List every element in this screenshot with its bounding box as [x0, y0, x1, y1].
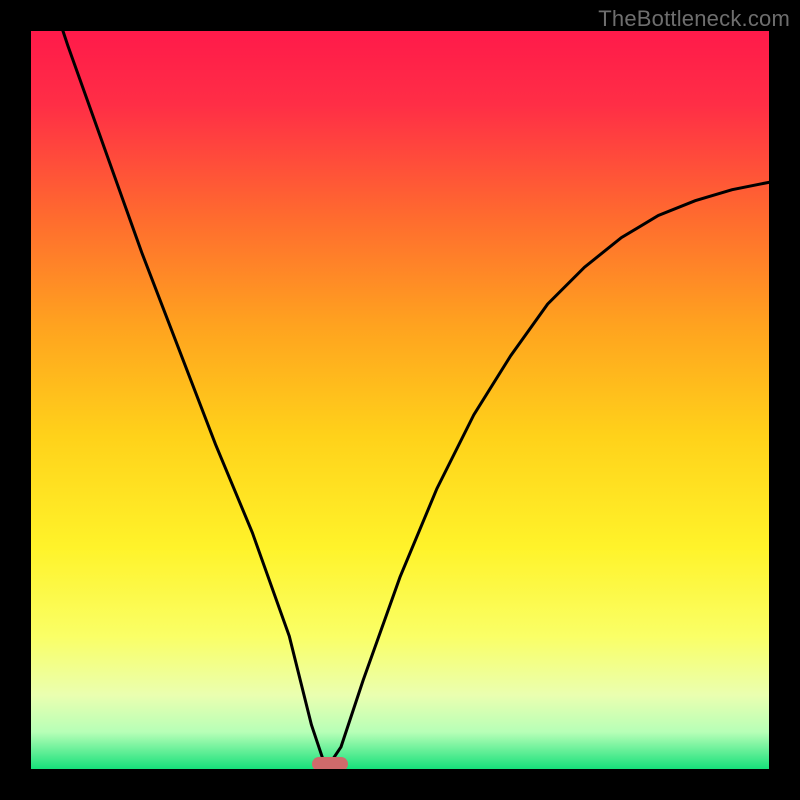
- bottleneck-marker: [312, 757, 348, 769]
- watermark-text: TheBottleneck.com: [598, 6, 790, 32]
- chart-curve: [31, 31, 769, 769]
- plot-area: [31, 31, 769, 769]
- frame: TheBottleneck.com: [0, 0, 800, 800]
